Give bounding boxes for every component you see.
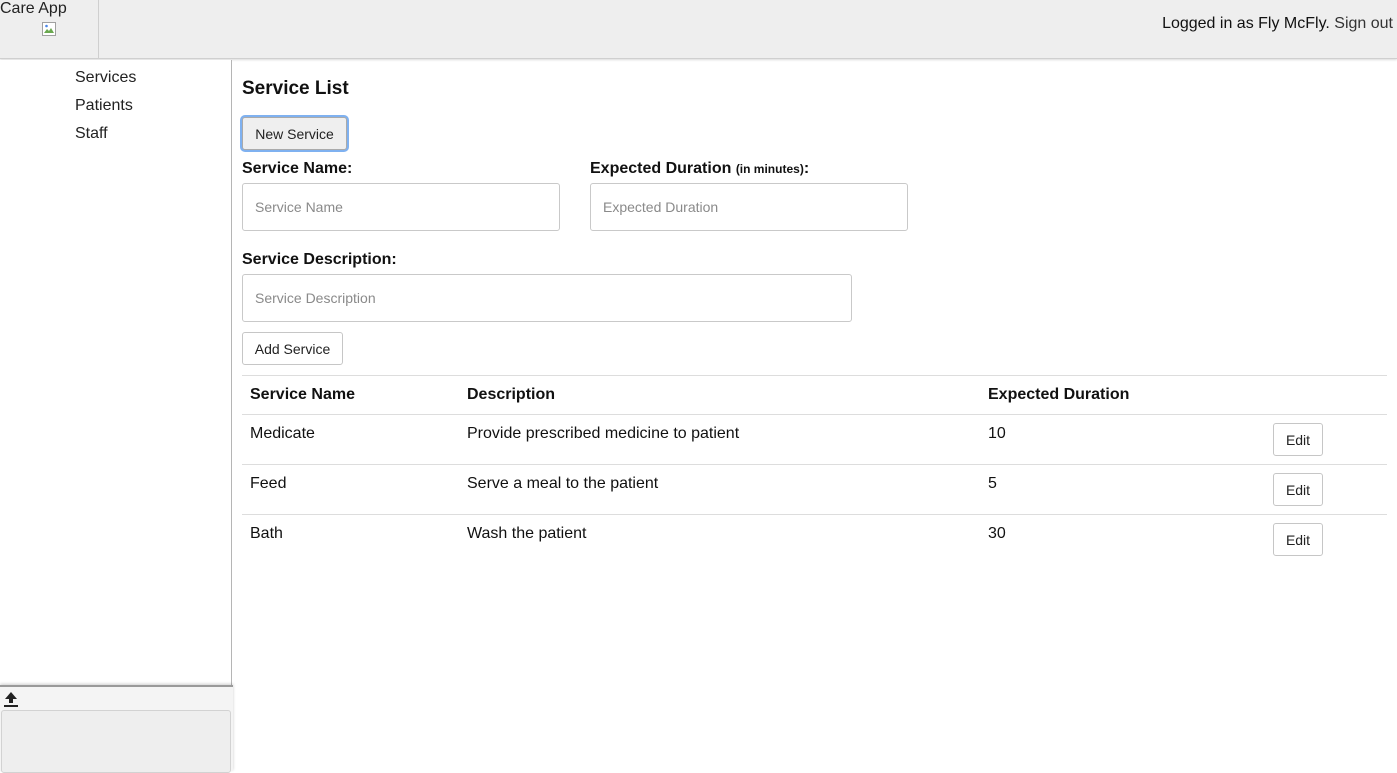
sidebar-item-services[interactable]: Services: [75, 69, 136, 87]
brand[interactable]: Care App: [0, 0, 99, 59]
service-name-label: Service Name:: [242, 160, 353, 177]
expected-duration-label-text: Expected Duration: [590, 160, 732, 177]
main-content: Service List New Service Service Name: E…: [242, 60, 1387, 771]
edit-button[interactable]: Edit: [1273, 423, 1323, 456]
top-header: Care App Logged in as Fly McFly. Sign ou…: [0, 0, 1397, 59]
user-status: Logged in as Fly McFly. Sign out: [1162, 15, 1393, 33]
column-header-service-name: Service Name: [250, 386, 355, 403]
column-header-description: Description: [467, 386, 556, 403]
duration-cell: 30: [988, 525, 1006, 542]
duration-cell: 5: [988, 475, 997, 492]
upload-icon[interactable]: [3, 690, 19, 708]
bottom-panel-content: [1, 710, 231, 773]
app-title: Care App: [0, 0, 67, 17]
sign-out-link[interactable]: Sign out: [1334, 15, 1393, 32]
logged-in-text: Logged in as Fly McFly.: [1162, 15, 1330, 32]
sidebar: Services Patients Staff: [0, 60, 233, 773]
edit-button[interactable]: Edit: [1273, 473, 1323, 506]
service-name-cell: Bath: [250, 525, 283, 542]
description-cell: Provide prescribed medicine to patient: [467, 425, 740, 442]
service-name-cell: Feed: [250, 475, 287, 492]
sidebar-item-staff[interactable]: Staff: [75, 125, 108, 143]
page-title: Service List: [242, 78, 349, 99]
service-name-cell: Medicate: [250, 425, 315, 442]
service-name-input[interactable]: [242, 183, 560, 231]
new-service-button[interactable]: New Service: [242, 117, 347, 150]
description-cell: Serve a meal to the patient: [467, 475, 659, 492]
expected-duration-label: Expected Duration (in minutes):: [590, 160, 809, 178]
duration-unit-note: (in minutes): [735, 162, 804, 176]
add-service-button[interactable]: Add Service: [242, 332, 343, 365]
service-description-label: Service Description:: [242, 251, 397, 268]
table-header-row: Service Name Description Expected Durati…: [242, 376, 1387, 415]
edit-button[interactable]: Edit: [1273, 523, 1323, 556]
bottom-panel: [0, 685, 233, 773]
logo-broken-image-icon: [42, 22, 56, 36]
duration-cell: 10: [988, 425, 1006, 442]
table-row: Feed Serve a meal to the patient 5 Edit: [242, 465, 1387, 515]
sidebar-item-patients[interactable]: Patients: [75, 97, 133, 115]
expected-duration-input[interactable]: [590, 183, 908, 231]
service-description-input[interactable]: [242, 274, 852, 322]
table-row: Medicate Provide prescribed medicine to …: [242, 415, 1387, 465]
table-row: Bath Wash the patient 30 Edit: [242, 515, 1387, 565]
column-header-expected-duration: Expected Duration: [988, 386, 1130, 403]
description-cell: Wash the patient: [467, 525, 587, 542]
services-table: Service Name Description Expected Durati…: [242, 375, 1387, 565]
duration-label-colon: :: [803, 160, 810, 177]
